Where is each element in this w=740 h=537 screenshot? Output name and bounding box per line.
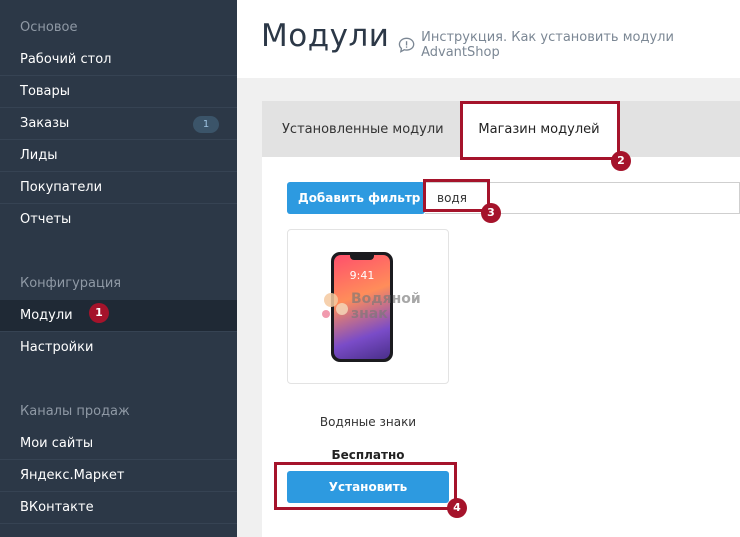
help-link-text: Инструкция. Как установить модули Advant… [421, 30, 674, 60]
annotation-number-3: 3 [481, 203, 501, 223]
annotation-highlight-store-tab [460, 101, 620, 160]
orders-count-badge: 1 [193, 116, 219, 133]
sidebar-item-modules[interactable]: Модули [0, 300, 237, 332]
help-link[interactable]: Инструкция. Как установить модули Advant… [398, 30, 740, 60]
sidebar-item-my-sites[interactable]: Мои сайты [0, 428, 237, 460]
tab-installed-modules[interactable]: Установленные модули [282, 101, 444, 157]
annotation-highlight-install [274, 462, 457, 510]
add-filter-button[interactable]: Добавить фильтр [287, 182, 425, 233]
sidebar-section-config-title: Конфигурация [20, 276, 122, 291]
add-filter-label: Добавить фильтр [298, 191, 421, 205]
watermark-text-line-2: знак [351, 306, 388, 322]
module-price: Бесплатно [331, 448, 405, 462]
sidebar-item-settings[interactable]: Настройки [0, 332, 237, 364]
sidebar: Основое Рабочий стол Товары Заказы 1 Лид… [0, 0, 237, 537]
sidebar-section-channels-title: Каналы продаж [20, 404, 130, 419]
annotation-number-2: 2 [611, 151, 631, 171]
annotation-number-1: 1 [89, 303, 109, 323]
main-area: Модули Инструкция. Как установить модули… [237, 0, 740, 537]
annotation-highlight-search [423, 179, 490, 212]
sidebar-item-products[interactable]: Товары [0, 76, 237, 108]
watermark-logo-icon [322, 293, 348, 318]
page-title: Модули [261, 18, 390, 54]
module-name[interactable]: Водяные знаки [287, 415, 449, 429]
annotation-number-4: 4 [447, 498, 467, 518]
sidebar-item-yandex-market[interactable]: Яндекс.Маркет [0, 460, 237, 492]
sidebar-item-vkontakte[interactable]: ВКонтакте [0, 492, 237, 524]
module-card[interactable]: 9:41 Водяной знак [287, 229, 449, 384]
sidebar-item-label: Заказы [20, 116, 70, 131]
watermark-text: Водяной знак [351, 292, 421, 322]
sidebar-item-orders[interactable]: Заказы 1 [0, 108, 237, 140]
sidebar-item-customers[interactable]: Покупатели [0, 172, 237, 204]
sidebar-item-reports[interactable]: Отчеты [0, 204, 237, 236]
page-header: Модули Инструкция. Как установить модули… [237, 0, 740, 78]
phone-notch [350, 255, 374, 260]
phone-clock: 9:41 [349, 269, 375, 282]
sidebar-section-main-title: Основое [20, 20, 78, 35]
speech-bubble-icon [398, 37, 415, 53]
sidebar-item-leads[interactable]: Лиды [0, 140, 237, 172]
sidebar-item-dashboard[interactable]: Рабочий стол [0, 44, 237, 76]
watermark-text-line-1: Водяной [351, 291, 421, 307]
